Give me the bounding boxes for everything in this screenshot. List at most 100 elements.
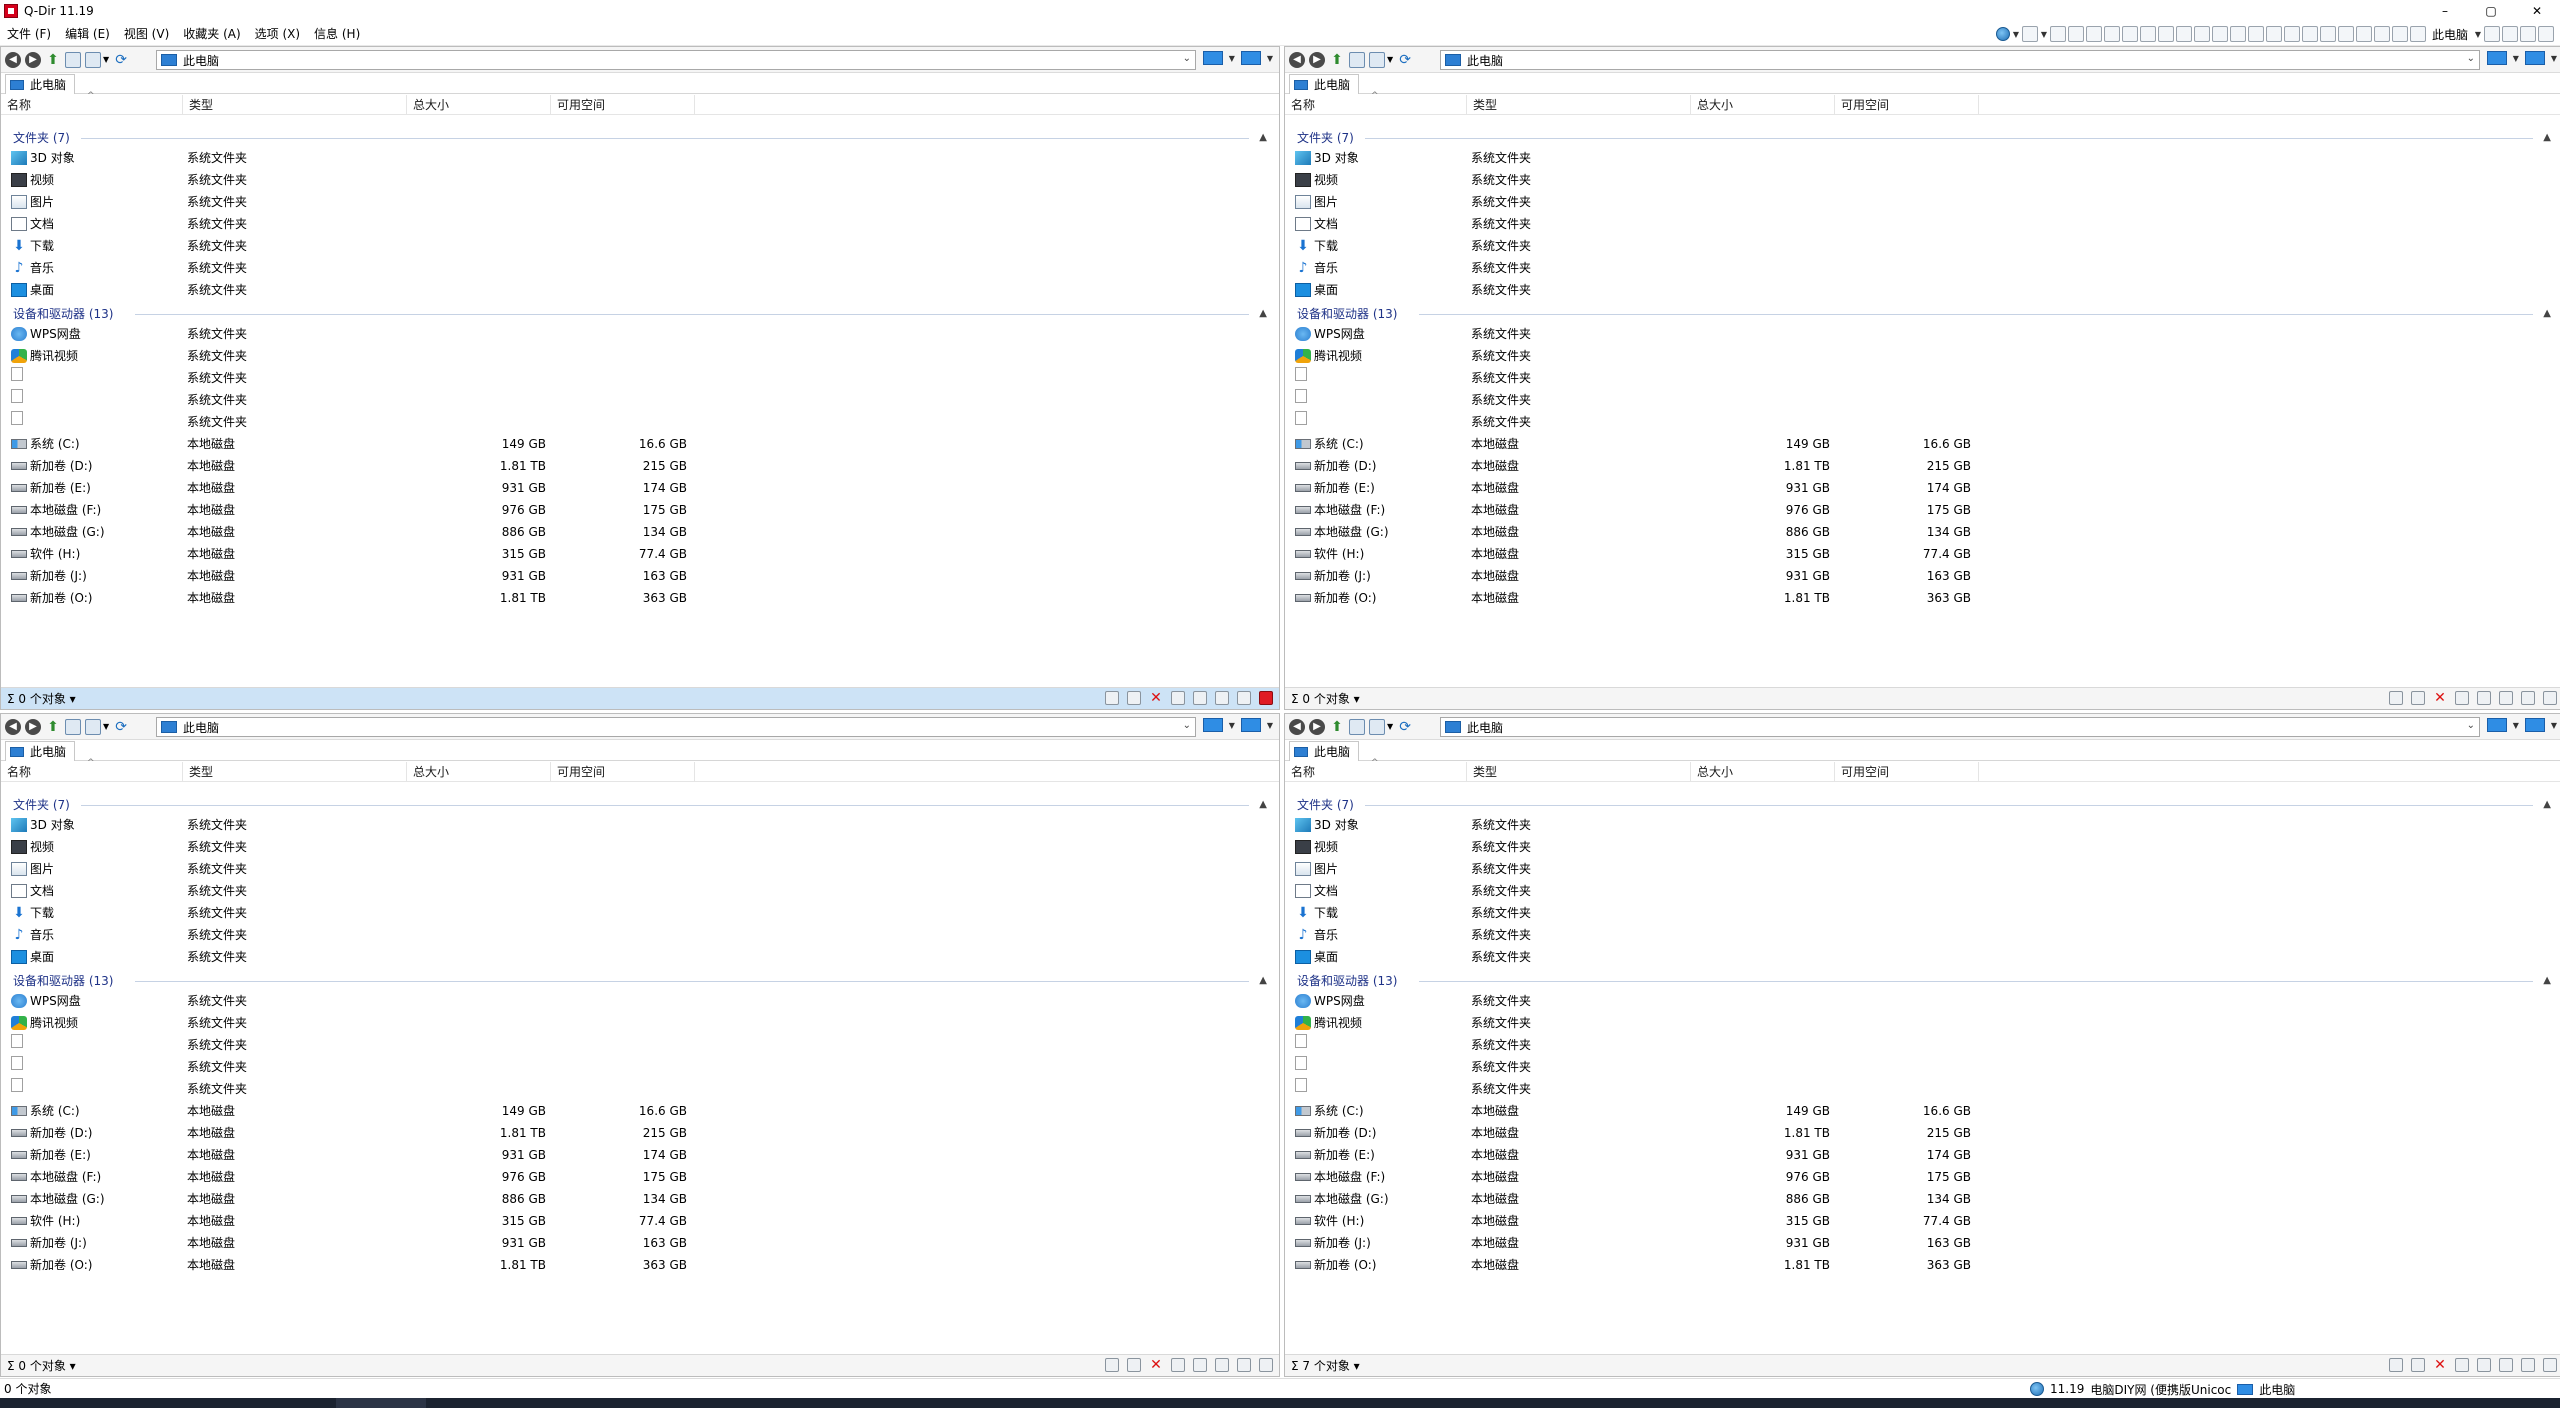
address-bar[interactable]: 此电脑 ⌄ (1440, 50, 2480, 70)
layout-12-icon[interactable] (2229, 26, 2246, 42)
list-item[interactable]: 腾讯视频 系统文件夹 (1285, 345, 2560, 367)
favorites-folder-icon[interactable] (1349, 51, 1365, 68)
group-devices[interactable]: 设备和驱动器 (13) ▲ (1285, 972, 2560, 990)
pane-close-icon[interactable] (1259, 691, 1273, 705)
list-item[interactable]: 软件 (H:) 本地磁盘 315 GB 77.4 GB (1, 543, 1279, 565)
chevron-down-icon[interactable]: ⌄ (2467, 720, 2475, 731)
list-item[interactable]: 文档 系统文件夹 (1285, 213, 2560, 235)
list-item[interactable]: 新加卷 (D:) 本地磁盘 1.81 TB 215 GB (1, 455, 1279, 477)
tab-this-pc[interactable]: 此电脑 (5, 741, 76, 761)
list-item[interactable]: 系统 (C:) 本地磁盘 149 GB 16.6 GB (1, 433, 1279, 455)
paste-icon[interactable] (1215, 1358, 1229, 1372)
list-item[interactable]: ♪ 音乐 系统文件夹 (1, 924, 1279, 946)
star-icon[interactable] (2502, 26, 2518, 42)
chevron-down-icon[interactable]: ▼ (2012, 30, 2020, 39)
chevron-down-icon[interactable]: ▼ (2513, 54, 2519, 63)
list-item[interactable]: WPS网盘 系统文件夹 (1, 323, 1279, 345)
menu-view[interactable]: 视图 (V) (117, 22, 176, 46)
forward-icon[interactable]: ▶ (25, 51, 41, 68)
column-total-size[interactable]: 总大小 (407, 95, 551, 115)
list-item[interactable]: 新加卷 (E:) 本地磁盘 931 GB 174 GB (1285, 1144, 2560, 1166)
column-type[interactable]: 类型 (183, 95, 407, 115)
chevron-down-icon[interactable]: ▼ (103, 722, 109, 731)
column-free-space[interactable]: 可用空间 (551, 762, 695, 782)
pane-close-icon[interactable] (2543, 1358, 2557, 1372)
delete-icon[interactable]: ✕ (2433, 1358, 2447, 1372)
monitor-icon[interactable] (2524, 718, 2545, 732)
list-item[interactable]: 系统 (C:) 本地磁盘 149 GB 16.6 GB (1285, 1100, 2560, 1122)
favorites-icon[interactable] (2484, 26, 2500, 42)
column-free-space[interactable]: 可用空间 (1835, 762, 1979, 782)
back-icon[interactable]: ◀ (5, 718, 21, 735)
copy-icon[interactable] (1193, 691, 1207, 705)
list-item[interactable]: 文档 系统文件夹 (1285, 880, 2560, 902)
close-button[interactable]: ✕ (2514, 0, 2560, 22)
list-item[interactable]: 软件 (H:) 本地磁盘 315 GB 77.4 GB (1285, 1210, 2560, 1232)
address-bar[interactable]: 此电脑 ⌄ (156, 50, 1196, 70)
collapse-chevron-icon[interactable]: ▲ (2543, 305, 2551, 323)
refresh-icon[interactable]: ⟳ (1397, 719, 1413, 735)
rename-icon[interactable] (2521, 691, 2535, 705)
list-item[interactable]: 新加卷 (E:) 本地磁盘 931 GB 174 GB (1, 477, 1279, 499)
layout-15-icon[interactable] (2283, 26, 2300, 42)
list-item[interactable]: 本地磁盘 (F:) 本地磁盘 976 GB 175 GB (1285, 499, 2560, 521)
list-item[interactable]: 本地磁盘 (G:) 本地磁盘 886 GB 134 GB (1, 1188, 1279, 1210)
layout-2-icon[interactable] (2049, 26, 2066, 42)
group-folders[interactable]: 文件夹 (7) ▲ (1, 796, 1279, 814)
chevron-down-icon[interactable]: ▼ (1387, 55, 1393, 64)
chevron-down-icon[interactable]: ▼ (1267, 54, 1273, 63)
monitor-icon[interactable] (2486, 718, 2507, 732)
pane-object-count[interactable]: Σ 0 个对象 ▾ (7, 1355, 76, 1376)
collapse-chevron-icon[interactable]: ▲ (2543, 796, 2551, 814)
window-mode-icon[interactable] (2538, 26, 2554, 42)
list-item[interactable]: 本地磁盘 (F:) 本地磁盘 976 GB 175 GB (1, 499, 1279, 521)
monitor-icon[interactable] (2524, 51, 2545, 65)
cut-icon[interactable] (2455, 691, 2469, 705)
list-item[interactable]: 系统文件夹 (1, 1078, 1279, 1100)
list-item[interactable]: 图片 系统文件夹 (1285, 858, 2560, 880)
list-item[interactable]: 图片 系统文件夹 (1, 191, 1279, 213)
list-item[interactable]: 系统文件夹 (1, 1056, 1279, 1078)
list-item[interactable]: 本地磁盘 (F:) 本地磁盘 976 GB 175 GB (1, 1166, 1279, 1188)
list-item[interactable]: 系统文件夹 (1, 389, 1279, 411)
favorites-folder-icon[interactable] (1349, 718, 1365, 735)
mail-icon[interactable] (1127, 691, 1141, 705)
list-item[interactable]: 新加卷 (D:) 本地磁盘 1.81 TB 215 GB (1, 1122, 1279, 1144)
column-type[interactable]: 类型 (1467, 95, 1691, 115)
address-bar[interactable]: 此电脑 ⌄ (156, 717, 1196, 737)
menu-edit[interactable]: 编辑 (E) (58, 22, 117, 46)
favorites-folder-icon[interactable] (65, 51, 81, 68)
list-item[interactable]: 系统文件夹 (1285, 1078, 2560, 1100)
list-item[interactable]: 桌面 系统文件夹 (1285, 946, 2560, 968)
rename-icon[interactable] (1237, 1358, 1251, 1372)
pane-close-icon[interactable] (1259, 1358, 1273, 1372)
refresh-icon[interactable]: ⟳ (113, 52, 129, 68)
layout-4-icon[interactable] (2085, 26, 2102, 42)
delete-icon[interactable]: ✕ (1149, 691, 1163, 705)
view-mode-icon[interactable] (1369, 51, 1385, 68)
layout-8-icon[interactable] (2157, 26, 2174, 42)
collapse-chevron-icon[interactable]: ▲ (1259, 129, 1267, 147)
mail-icon[interactable] (1127, 1358, 1141, 1372)
list-item[interactable]: WPS网盘 系统文件夹 (1285, 323, 2560, 345)
chevron-down-icon[interactable]: ▼ (2513, 721, 2519, 730)
properties-icon[interactable] (1105, 691, 1119, 705)
list-item[interactable]: 新加卷 (J:) 本地磁盘 931 GB 163 GB (1285, 565, 2560, 587)
up-folder-icon[interactable]: ⬆ (1329, 719, 1345, 735)
properties-icon[interactable] (2389, 691, 2403, 705)
monitor-icon[interactable] (1202, 51, 1223, 65)
chevron-down-icon[interactable]: ▼ (2474, 30, 2482, 39)
list-item[interactable]: 系统文件夹 (1285, 411, 2560, 433)
list-item[interactable]: 软件 (H:) 本地磁盘 315 GB 77.4 GB (1, 1210, 1279, 1232)
column-total-size[interactable]: 总大小 (1691, 95, 1835, 115)
tab-this-pc[interactable]: 此电脑 (5, 74, 76, 94)
list-item[interactable]: 图片 系统文件夹 (1285, 191, 2560, 213)
layout-18-icon[interactable] (2337, 26, 2354, 42)
list-item[interactable]: 视频 系统文件夹 (1285, 169, 2560, 191)
chevron-down-icon[interactable]: ▼ (2040, 30, 2048, 39)
list-item[interactable]: 腾讯视频 系统文件夹 (1, 345, 1279, 367)
list-item[interactable]: ♪ 音乐 系统文件夹 (1285, 924, 2560, 946)
list-item[interactable]: 文档 系统文件夹 (1, 213, 1279, 235)
monitor-icon[interactable] (1240, 718, 1261, 732)
layout-9-icon[interactable] (2175, 26, 2192, 42)
